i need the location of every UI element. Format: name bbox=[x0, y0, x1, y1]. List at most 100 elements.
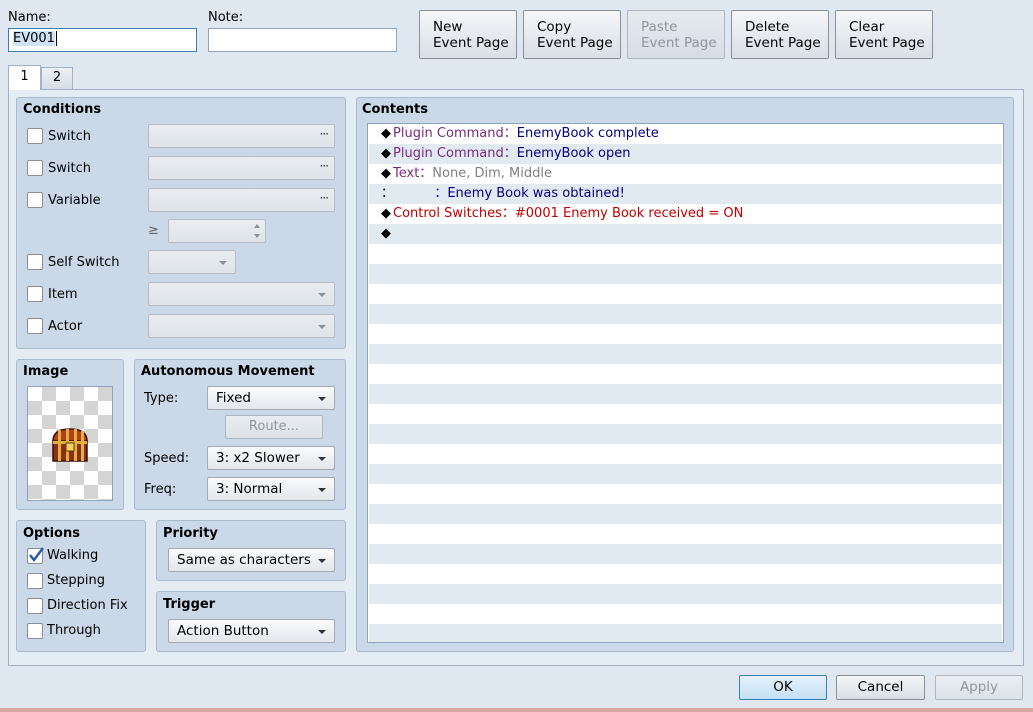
self-switch-select[interactable] bbox=[148, 250, 236, 274]
chevron-down-icon bbox=[318, 293, 326, 297]
tab-page-1[interactable]: 1 bbox=[8, 65, 41, 90]
command-bullet: ： bbox=[381, 186, 395, 201]
command-name: Control Switches： bbox=[393, 206, 515, 221]
copy-event-page-button[interactable]: Copy Event Page bbox=[523, 10, 621, 59]
item-select[interactable] bbox=[148, 282, 335, 306]
contents-panel: Contents ◆ Plugin Command：EnemyBook compl… bbox=[356, 97, 1014, 652]
empty-row[interactable] bbox=[369, 624, 1002, 642]
empty-row[interactable] bbox=[369, 284, 1002, 304]
switch1-selector[interactable]: ··· bbox=[148, 124, 335, 148]
command-row[interactable]: ： ：Enemy Book was obtained! bbox=[369, 184, 1002, 204]
chevron-down-icon bbox=[318, 559, 326, 563]
direction-fix-label: Direction Fix bbox=[47, 598, 128, 613]
tab-page-2[interactable]: 2 bbox=[41, 67, 73, 89]
apply-button[interactable]: Apply bbox=[935, 675, 1023, 700]
command-params: Enemy Book was obtained! bbox=[447, 186, 625, 201]
empty-row[interactable] bbox=[369, 584, 1002, 604]
chevron-down-icon bbox=[318, 325, 326, 329]
item-label: Item bbox=[48, 287, 78, 302]
empty-row[interactable] bbox=[369, 404, 1002, 424]
contents-title: Contents bbox=[362, 102, 428, 117]
ok-button[interactable]: OK bbox=[739, 675, 827, 700]
freq-select[interactable]: 3: Normal bbox=[207, 477, 335, 501]
item-checkbox[interactable] bbox=[27, 286, 43, 302]
command-bullet: ◆ bbox=[381, 146, 391, 161]
clear-event-page-button[interactable]: Clear Event Page bbox=[835, 10, 933, 59]
empty-row[interactable] bbox=[369, 304, 1002, 324]
event-commands-list[interactable]: ◆ Plugin Command：EnemyBook complete ◆ Plugi… bbox=[367, 123, 1004, 643]
empty-row[interactable] bbox=[369, 364, 1002, 384]
treasure-chest-icon bbox=[52, 428, 88, 462]
speed-label: Speed: bbox=[144, 451, 190, 466]
command-row[interactable]: ◆ Control Switches：#0001 Enemy Book recei… bbox=[369, 204, 1002, 224]
command-bullet: ◆ bbox=[381, 206, 391, 221]
command-row[interactable]: ◆ bbox=[369, 224, 1002, 244]
actor-checkbox[interactable] bbox=[27, 318, 43, 334]
switch2-selector[interactable]: ··· bbox=[148, 156, 335, 180]
empty-row[interactable] bbox=[369, 544, 1002, 564]
self-switch-checkbox[interactable] bbox=[27, 254, 43, 270]
variable-checkbox[interactable] bbox=[27, 192, 43, 208]
image-panel: Image bbox=[16, 359, 124, 510]
cancel-button[interactable]: Cancel bbox=[836, 675, 925, 700]
name-label: Name: bbox=[8, 10, 51, 25]
empty-row[interactable] bbox=[369, 524, 1002, 544]
trigger-select[interactable]: Action Button bbox=[168, 619, 335, 643]
speed-select[interactable]: 3: x2 Slower bbox=[207, 446, 335, 470]
empty-row[interactable] bbox=[369, 244, 1002, 264]
movement-type-select[interactable]: Fixed bbox=[207, 386, 335, 410]
empty-row[interactable] bbox=[369, 444, 1002, 464]
ellipsis-icon: ··· bbox=[319, 159, 330, 173]
freq-label: Freq: bbox=[144, 482, 177, 497]
empty-row[interactable] bbox=[369, 424, 1002, 444]
stepping-checkbox[interactable] bbox=[27, 573, 43, 589]
paste-event-page-button[interactable]: Paste Event Page bbox=[627, 10, 725, 59]
through-label: Through bbox=[47, 623, 101, 638]
empty-row[interactable] bbox=[369, 264, 1002, 284]
new-event-page-button[interactable]: New Event Page bbox=[419, 10, 517, 59]
spin-up-icon[interactable] bbox=[254, 224, 260, 228]
empty-row[interactable] bbox=[369, 564, 1002, 584]
variable-value-spinner[interactable] bbox=[168, 219, 266, 243]
delete-event-page-button[interactable]: Delete Event Page bbox=[731, 10, 829, 59]
chevron-down-icon bbox=[219, 261, 227, 265]
conditions-title: Conditions bbox=[23, 102, 102, 117]
command-bullet: ◆ bbox=[381, 226, 391, 241]
movement-title: Autonomous Movement bbox=[141, 364, 315, 379]
command-params: None, Dim, Middle bbox=[432, 166, 552, 181]
command-row[interactable]: ◆ Text：None, Dim, Middle bbox=[369, 164, 1002, 184]
walking-checkbox[interactable] bbox=[27, 547, 44, 564]
through-checkbox[interactable] bbox=[27, 623, 43, 639]
note-input[interactable] bbox=[208, 28, 397, 52]
note-label: Note: bbox=[208, 10, 244, 25]
options-panel: Options Walking Stepping Direction Fix T… bbox=[16, 520, 146, 652]
options-title: Options bbox=[23, 526, 80, 541]
actor-select[interactable] bbox=[148, 314, 335, 338]
switch2-label: Switch bbox=[48, 161, 91, 176]
conditions-panel: Conditions Switch ··· Switch ··· Variabl… bbox=[16, 97, 346, 349]
priority-select[interactable]: Same as characters bbox=[168, 548, 335, 572]
route-button[interactable]: Route... bbox=[225, 415, 323, 439]
switch2-checkbox[interactable] bbox=[27, 160, 43, 176]
command-params: #0001 Enemy Book received = ON bbox=[514, 206, 744, 221]
empty-row[interactable] bbox=[369, 384, 1002, 404]
empty-row[interactable] bbox=[369, 464, 1002, 484]
event-image[interactable] bbox=[27, 386, 113, 501]
command-row[interactable]: ◆ Plugin Command：EnemyBook open bbox=[369, 144, 1002, 164]
empty-row[interactable] bbox=[369, 604, 1002, 624]
empty-row[interactable] bbox=[369, 324, 1002, 344]
chevron-down-icon bbox=[318, 488, 326, 492]
variable-selector[interactable]: ··· bbox=[148, 188, 335, 212]
empty-row[interactable] bbox=[369, 344, 1002, 364]
empty-row[interactable] bbox=[369, 504, 1002, 524]
switch1-checkbox[interactable] bbox=[27, 128, 43, 144]
chevron-down-icon bbox=[318, 630, 326, 634]
chevron-down-icon bbox=[318, 397, 326, 401]
stepping-label: Stepping bbox=[47, 573, 105, 588]
name-input[interactable]: EV001 bbox=[8, 28, 197, 52]
spin-down-icon[interactable] bbox=[254, 234, 260, 238]
command-row[interactable]: ◆ Plugin Command：EnemyBook complete bbox=[369, 124, 1002, 144]
walking-label: Walking bbox=[47, 548, 99, 563]
direction-fix-checkbox[interactable] bbox=[27, 598, 43, 614]
empty-row[interactable] bbox=[369, 484, 1002, 504]
